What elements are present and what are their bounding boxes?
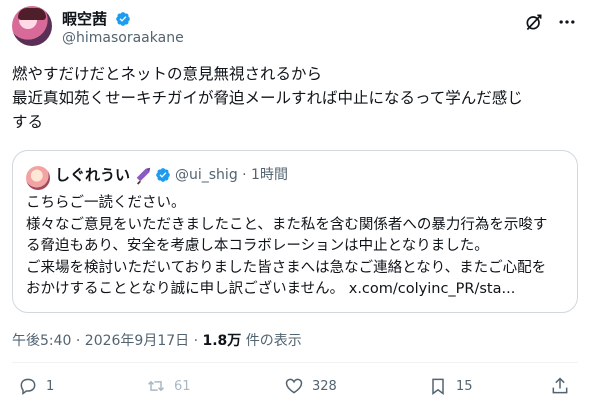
quoted-text-line: ご来場を検討いただいておりました皆さまへは急なご連絡となり、またご心配を — [26, 259, 547, 276]
quoted-verified-badge-icon — [156, 168, 170, 182]
views-count: 1.8万 — [202, 333, 242, 349]
quoted-tweet[interactable]: しぐれうい @ui_shig · 1時間 こちらご一読ください。 様々なご意見を… — [12, 150, 578, 313]
tweet-timestamp: 午後5:40 · 2026年9月17日 · 1.8万 件の表示 — [12, 330, 302, 350]
quoted-tweet-text: こちらご一読ください。 様々なご意見をいただきましたこと、また私を含む関係者への… — [26, 193, 566, 301]
bookmark-button[interactable]: 15 — [428, 374, 473, 398]
timestamp-date[interactable]: 午後5:40 · 2026年9月17日 · — [12, 333, 203, 349]
more-options-icon[interactable] — [556, 12, 578, 32]
share-button[interactable] — [550, 374, 570, 398]
author-name-wrap: 暇空茜 — [62, 8, 131, 29]
quoted-text-line: こちらご一読ください。 — [26, 195, 186, 211]
tweet-text: 燃やすだけだとネットの意見無視されるから 最近真如苑くせーキチガイが脅迫メールす… — [12, 62, 578, 134]
quoted-author-meta: @ui_shig · 1時間 — [175, 167, 288, 183]
author-avatar[interactable] — [12, 6, 52, 46]
retweet-button[interactable]: 61 — [146, 374, 191, 398]
heart-icon — [285, 378, 303, 394]
reply-count: 1 — [46, 378, 55, 394]
umbrella-emoji-icon — [136, 167, 151, 185]
share-icon — [552, 377, 568, 394]
quoted-author-display-name: しぐれうい — [55, 166, 131, 184]
quoted-text-line: 様々なご意見をいただきましたこと、また私を含む関係者への暴力行為を示唆す — [26, 216, 548, 233]
retweet-count: 61 — [174, 378, 191, 394]
tweet-text-line: する — [12, 113, 44, 131]
author-handle[interactable]: @himasoraakane — [62, 30, 184, 46]
reply-button[interactable]: 1 — [18, 374, 54, 398]
quoted-text-line: おかけすることとなり誠に申し訳ございません。 x.com/colyinc_PR/… — [26, 281, 516, 297]
views-label: 件の表示 — [241, 333, 302, 349]
author-display-name[interactable]: 暇空茜 — [62, 9, 107, 29]
tweet: 暇空茜 @himasoraakane 燃やすだけだとネットの意見無視されるから … — [0, 0, 590, 405]
tweet-text-line: 燃やすだけだとネットの意見無視されるから — [12, 65, 323, 83]
reply-icon — [20, 378, 36, 395]
action-bar: 1 61 328 15 — [12, 374, 578, 398]
tweet-text-line: 最近真如苑くせーキチガイが脅迫メールすれば中止になるって学んだ感じ — [12, 89, 523, 107]
divider — [12, 362, 578, 363]
grok-icon[interactable] — [524, 12, 544, 32]
quoted-author-avatar — [26, 166, 50, 190]
tweet-header: 暇空茜 @himasoraakane — [12, 4, 578, 52]
like-button[interactable]: 328 — [284, 374, 337, 398]
bookmark-icon — [432, 378, 444, 395]
quoted-text-line: る脅迫もあり、安全を考慮し本コラボレーションは中止となりました。 — [26, 238, 489, 254]
verified-badge-icon — [116, 11, 130, 26]
bookmark-count: 15 — [456, 378, 473, 394]
retweet-icon — [147, 380, 165, 392]
like-count: 328 — [312, 378, 337, 394]
